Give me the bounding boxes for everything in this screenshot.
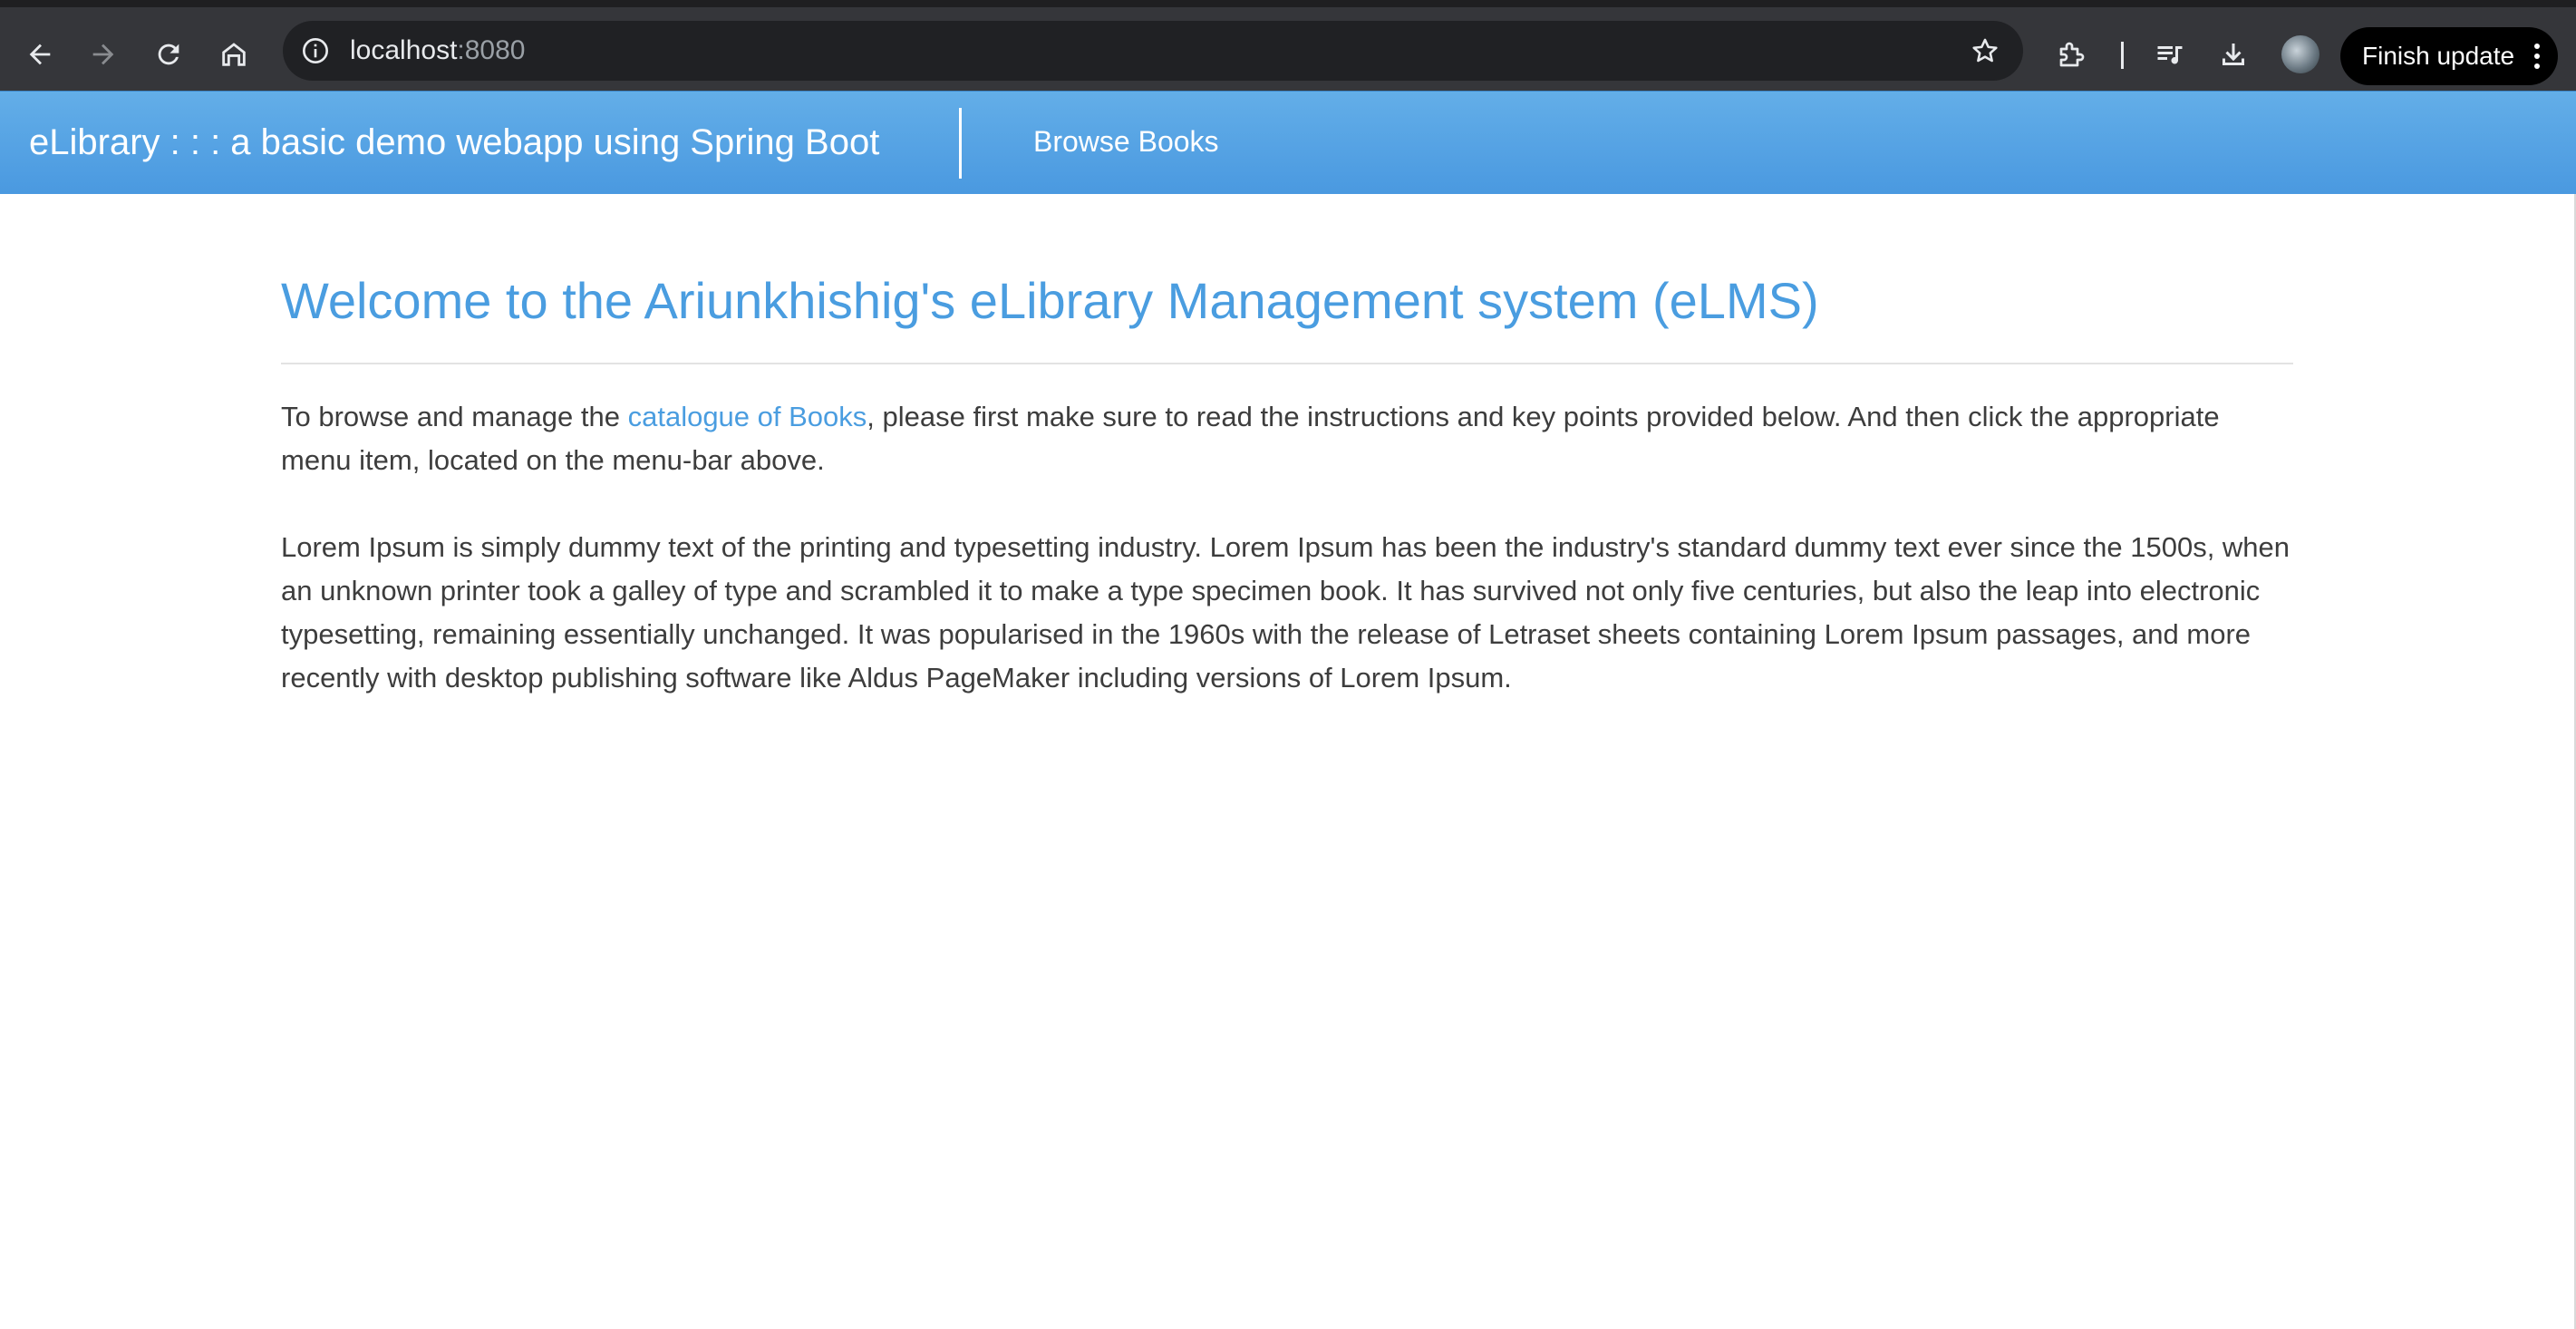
url-host: localhost: [350, 35, 458, 65]
nav-link-browse-books[interactable]: Browse Books: [1033, 119, 1219, 164]
catalogue-link[interactable]: catalogue of Books: [628, 401, 867, 432]
info-icon[interactable]: [297, 33, 334, 69]
intro-paragraph: To browse and manage the catalogue of Bo…: [281, 395, 2293, 482]
app-navbar: eLibrary : : : a basic demo webapp using…: [0, 91, 2576, 194]
body-paragraph: Lorem Ipsum is simply dummy text of the …: [281, 531, 2290, 694]
intro-text-before: To browse and manage the: [281, 401, 628, 432]
title-divider: [281, 363, 2293, 364]
brand-link[interactable]: eLibrary : : : a basic demo webapp using…: [29, 117, 879, 168]
avatar[interactable]: [2281, 35, 2319, 73]
arrow-right-icon[interactable]: [78, 29, 129, 80]
puzzle-icon[interactable]: [2052, 34, 2092, 74]
arrow-left-icon[interactable]: [15, 29, 65, 80]
queue-music-icon[interactable]: [2150, 34, 2190, 74]
main-content: Welcome to the Ariunkhishig's eLibrary M…: [281, 194, 2293, 700]
star-icon[interactable]: [1967, 33, 2003, 69]
finish-update-label: Finish update: [2362, 42, 2515, 70]
finish-update-button[interactable]: Finish update: [2340, 27, 2558, 85]
address-bar[interactable]: localhost:8080: [283, 21, 2023, 81]
reload-icon[interactable]: [143, 29, 194, 80]
toolbar-divider: [2121, 42, 2124, 69]
navbar-divider: [959, 108, 962, 179]
download-icon[interactable]: [2213, 34, 2253, 74]
browser-toolbar: localhost:8080 Finish update: [0, 0, 2576, 91]
page-title: Welcome to the Ariunkhishig's eLibrary M…: [281, 272, 1819, 329]
kebab-menu-icon[interactable]: [2534, 44, 2540, 69]
url-text[interactable]: localhost:8080: [350, 33, 525, 69]
url-port: :8080: [457, 35, 526, 65]
home-icon[interactable]: [208, 29, 259, 80]
